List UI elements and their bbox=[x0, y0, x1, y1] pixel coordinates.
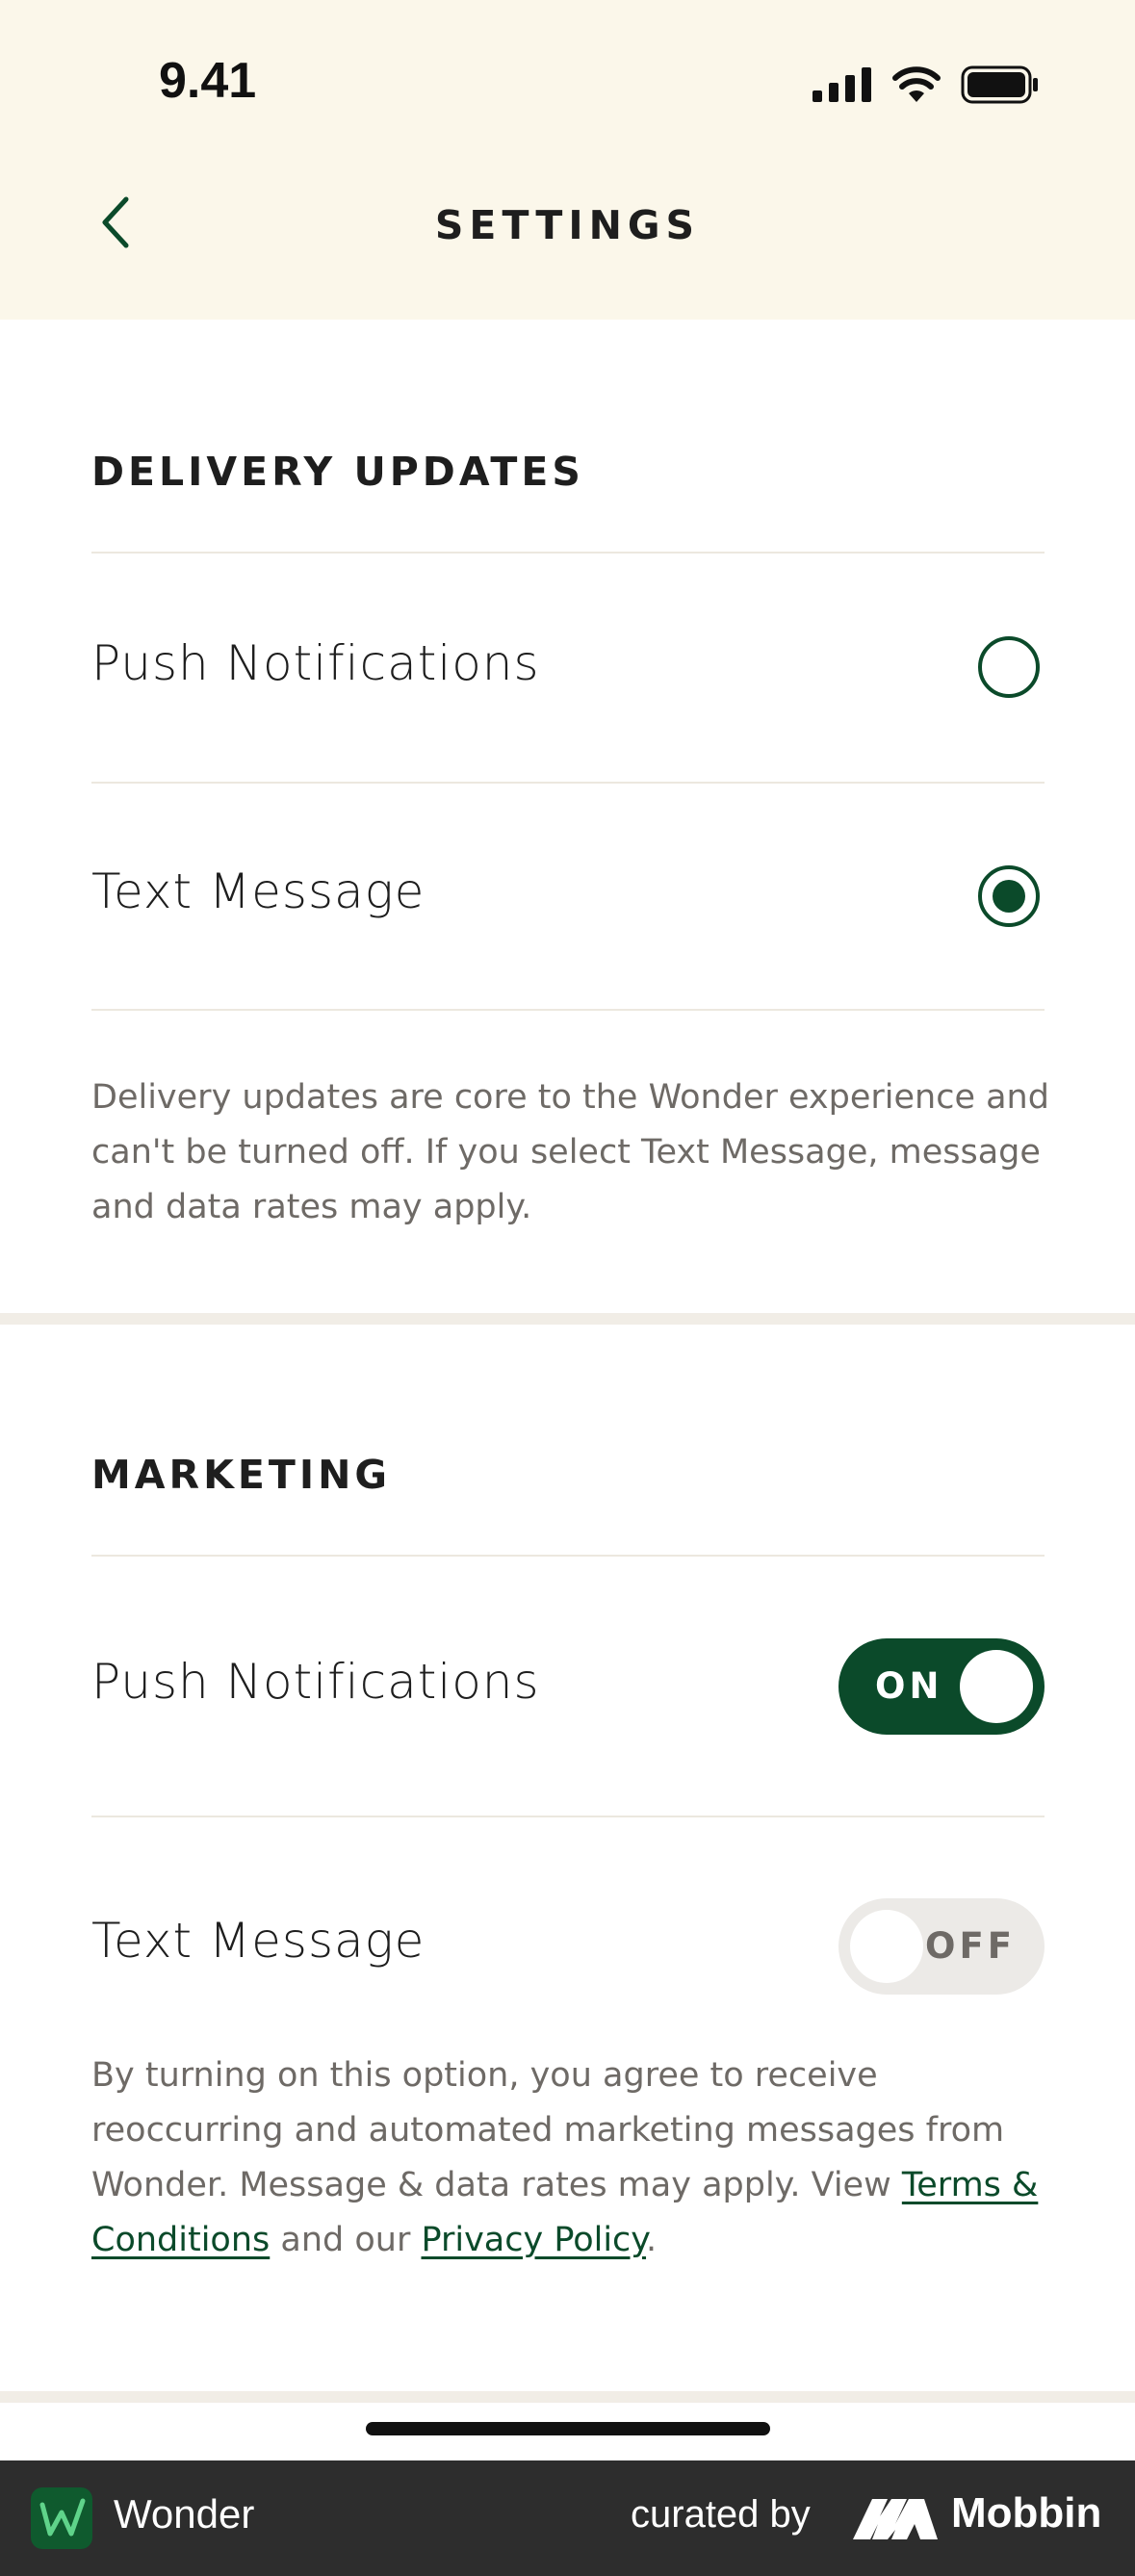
marketing-helper-text-join: and our bbox=[270, 2221, 422, 2259]
marketing-helper-text-body: By turning on this option, you agree to … bbox=[91, 2056, 1005, 2204]
delivery-text-radio[interactable] bbox=[978, 865, 1040, 927]
delivery-updates-heading: DELIVERY UPDATES bbox=[91, 449, 584, 495]
toggle-state-label: OFF bbox=[924, 1925, 1016, 1967]
marketing-helper-text: By turning on this option, you agree to … bbox=[91, 2048, 1054, 2268]
status-time: 9.41 bbox=[159, 53, 257, 109]
divider bbox=[91, 1009, 1045, 1011]
mobbin-logo-icon bbox=[853, 2499, 938, 2539]
marketing-push-label: Push Notifications bbox=[91, 1654, 540, 1710]
marketing-heading: MARKETING bbox=[91, 1452, 392, 1498]
toggle-knob bbox=[850, 1910, 923, 1983]
divider bbox=[91, 1816, 1045, 1817]
divider bbox=[91, 1555, 1045, 1557]
toggle-state-label: ON bbox=[875, 1665, 943, 1707]
header: 9.41 SETTINGS bbox=[0, 0, 1135, 320]
mobbin-brand: Mobbin bbox=[951, 2489, 1102, 2537]
app-name: Wonder bbox=[114, 2491, 255, 2537]
battery-icon bbox=[961, 65, 1038, 104]
curated-by-label: curated by bbox=[631, 2493, 811, 2536]
signal-icon bbox=[813, 67, 871, 102]
delivery-push-label: Push Notifications bbox=[91, 635, 540, 691]
section-separator bbox=[0, 1313, 1135, 1325]
marketing-text-label: Text Message bbox=[91, 1913, 426, 1969]
wifi-icon bbox=[892, 66, 941, 102]
divider bbox=[91, 552, 1045, 554]
delivery-helper-text: Delivery updates are core to the Wonder … bbox=[91, 1078, 1049, 1226]
marketing-text-toggle[interactable]: OFF bbox=[838, 1898, 1045, 1995]
toggle-knob bbox=[960, 1650, 1033, 1723]
delivery-push-radio[interactable] bbox=[978, 636, 1040, 698]
divider bbox=[91, 782, 1045, 784]
home-indicator bbox=[366, 2422, 770, 2435]
wonder-logo-icon bbox=[31, 2487, 92, 2549]
delivery-text-label: Text Message bbox=[91, 863, 426, 919]
footer-bar: Wonder curated by Mobbin bbox=[0, 2460, 1135, 2576]
section-separator bbox=[0, 2391, 1135, 2403]
page-title: SETTINGS bbox=[434, 202, 701, 248]
marketing-helper-text-end: . bbox=[646, 2221, 658, 2259]
privacy-policy-link[interactable]: Privacy Policy bbox=[421, 2221, 646, 2259]
marketing-push-toggle[interactable]: ON bbox=[838, 1638, 1045, 1735]
